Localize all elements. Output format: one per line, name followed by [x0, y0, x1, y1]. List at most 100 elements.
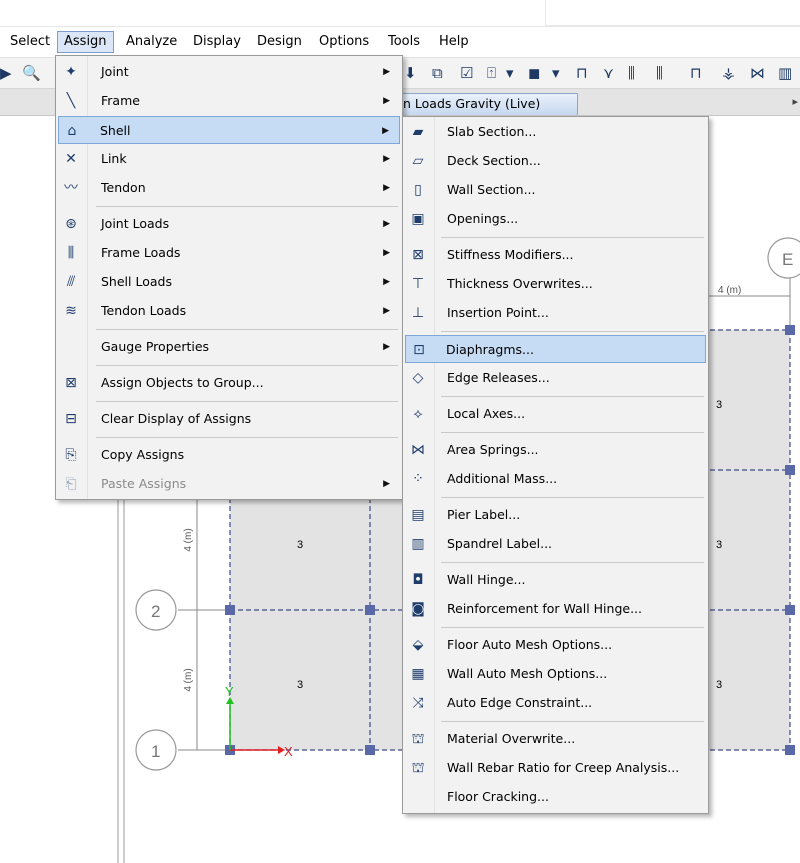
menu-item-joint[interactable]: ✦ Joint ▶	[58, 58, 400, 86]
menu-item-openings[interactable]: ▣ Openings...	[405, 205, 706, 233]
menu-select[interactable]: Select	[3, 31, 57, 53]
menu-item-gauge-properties[interactable]: Gauge Properties ▶	[58, 333, 400, 361]
menu-assign[interactable]: Assign	[57, 31, 114, 53]
frame-draw-icon[interactable]: ⊓	[576, 64, 588, 82]
menu-item-local-axes[interactable]: ⟡ Local Axes...	[405, 400, 706, 428]
menu-item-assign-group[interactable]: ⊠ Assign Objects to Group...	[58, 369, 400, 397]
menu-item-label: Auto Edge Constraint...	[447, 695, 593, 710]
area-label: 3	[716, 399, 722, 411]
menu-item-label: Local Axes...	[447, 406, 526, 421]
submenu-arrow-icon: ▶	[383, 96, 390, 106]
menu-item-label: Clear Display of Assigns	[101, 411, 252, 426]
menu-display[interactable]: Display	[186, 31, 248, 53]
rebar-ratio-icon: ⛫	[411, 760, 425, 776]
frame-loads-tool-icon[interactable]: ⫼	[628, 64, 635, 82]
submenu-arrow-icon: ▶	[383, 219, 390, 229]
menu-help[interactable]: Help	[432, 31, 476, 53]
menu-item-shell[interactable]: ⌂ Shell ▶	[58, 116, 400, 144]
hinge-icon[interactable]: ⊓	[690, 64, 702, 82]
grid-bubble-1: 1	[135, 729, 177, 771]
menu-item-label: Insertion Point...	[447, 305, 549, 320]
joint-icon: ✦	[65, 64, 77, 80]
frame-loads-icon: ⫼	[67, 245, 75, 261]
joint	[785, 465, 795, 475]
menu-item-label: Frame	[101, 93, 140, 108]
menu-separator	[441, 237, 704, 238]
menu-item-spandrel-label[interactable]: ▥ Spandrel Label...	[405, 530, 706, 558]
menu-item-deck-section[interactable]: ▱ Deck Section...	[405, 147, 706, 175]
menu-item-thickness-overwrites[interactable]: ⊤ Thickness Overwrites...	[405, 270, 706, 298]
clear-display-icon: ⊟	[65, 411, 77, 427]
menu-item-additional-mass[interactable]: ⁘ Additional Mass...	[405, 465, 706, 493]
menu-item-floor-cracking[interactable]: Floor Cracking...	[405, 783, 706, 811]
submenu-arrow-icon: ▶	[383, 183, 390, 193]
shell-loads-tool-icon[interactable]: ⫼	[656, 64, 663, 82]
menu-item-label: Wall Auto Mesh Options...	[447, 666, 608, 681]
dropdown-icon[interactable]: ▾	[506, 64, 514, 82]
menu-tools[interactable]: Tools	[381, 31, 427, 53]
menu-item-edge-releases[interactable]: ◇ Edge Releases...	[405, 364, 706, 392]
menu-item-pier-label[interactable]: ▤ Pier Label...	[405, 501, 706, 529]
menu-design[interactable]: Design	[250, 31, 309, 53]
menu-item-diaphragms[interactable]: ⊡ Diaphragms...	[405, 335, 706, 363]
menu-item-label: Copy Assigns	[101, 447, 185, 462]
menu-item-floor-auto-mesh[interactable]: ⬙ Floor Auto Mesh Options...	[405, 631, 706, 659]
wall-hinge-icon: ◘	[412, 572, 424, 588]
menu-item-reinforcement-wall-hinge[interactable]: ◙ Reinforcement for Wall Hinge...	[405, 595, 706, 623]
menu-separator	[96, 365, 398, 366]
menu-item-wall-rebar-ratio[interactable]: ⛫ Wall Rebar Ratio for Creep Analysis...	[405, 754, 706, 782]
spring-icon[interactable]: ⋈	[750, 64, 765, 82]
menu-item-frame[interactable]: ╲ Frame ▶	[58, 87, 400, 115]
menu-item-wall-section[interactable]: ▯ Wall Section...	[405, 176, 706, 204]
support-icon[interactable]: ⋎	[603, 64, 614, 82]
tendon-loads-icon: ≋	[65, 303, 77, 319]
menu-item-tendon[interactable]: 〰 Tendon ▶	[58, 174, 400, 202]
menu-analyze[interactable]: Analyze	[119, 31, 184, 53]
tab-plan-view[interactable]: n Loads Gravity (Live)	[398, 93, 578, 115]
replicate-icon[interactable]: ⧉	[432, 64, 443, 82]
menu-item-insertion-point[interactable]: ⊥ Insertion Point...	[405, 299, 706, 327]
move-up-icon[interactable]: ⍐	[487, 64, 496, 82]
menu-item-wall-auto-mesh[interactable]: ▦ Wall Auto Mesh Options...	[405, 660, 706, 688]
menu-item-label: Additional Mass...	[447, 471, 558, 486]
link-tool-icon[interactable]: ⚶	[722, 64, 735, 82]
menu-item-link[interactable]: ✕ Link ▶	[58, 145, 400, 173]
menu-item-label: Diaphragms...	[446, 342, 534, 357]
menu-item-copy-assigns[interactable]: ⎘ Copy Assigns	[58, 441, 400, 469]
menubar: Select Assign Analyze Display Design Opt…	[0, 27, 800, 57]
menu-options[interactable]: Options	[312, 31, 376, 53]
area-springs-icon: ⋈	[411, 442, 425, 458]
filter-down-icon[interactable]: ⬇	[404, 64, 417, 82]
more-tools-icon[interactable]: ▥	[778, 64, 792, 82]
deck-section-icon: ▱	[412, 153, 424, 169]
grid-bubble-e: E	[767, 237, 800, 279]
play-icon[interactable]: ▶	[0, 64, 12, 82]
check-box-icon[interactable]: ☑	[460, 64, 473, 82]
menu-separator	[96, 206, 398, 207]
joint	[225, 605, 235, 615]
menu-item-area-springs[interactable]: ⋈ Area Springs...	[405, 436, 706, 464]
menu-item-auto-edge-constraint[interactable]: ⤨ Auto Edge Constraint...	[405, 689, 706, 717]
menu-item-joint-loads[interactable]: ⊛ Joint Loads ▶	[58, 210, 400, 238]
dropdown-icon[interactable]: ▾	[552, 64, 560, 82]
stiffness-modifiers-icon: ⊠	[412, 247, 424, 263]
menu-item-clear-display[interactable]: ⊟ Clear Display of Assigns	[58, 405, 400, 433]
menu-item-material-overwrite[interactable]: ⛫ Material Overwrite...	[405, 725, 706, 753]
wall-mesh-icon: ▦	[411, 666, 425, 682]
cube-icon[interactable]: ◼	[528, 64, 540, 82]
menu-item-slab-section[interactable]: ▰ Slab Section...	[405, 118, 706, 146]
menu-item-shell-loads[interactable]: ⫻ Shell Loads ▶	[58, 268, 400, 296]
menu-item-stiffness-modifiers[interactable]: ⊠ Stiffness Modifiers...	[405, 241, 706, 269]
menu-separator	[96, 329, 398, 330]
menu-separator	[441, 396, 704, 397]
menu-item-frame-loads[interactable]: ⫼ Frame Loads ▶	[58, 239, 400, 267]
area-label: 3	[716, 679, 722, 691]
title-box	[545, 0, 800, 26]
zoom-icon[interactable]: 🔍	[22, 64, 41, 82]
menu-item-label: Joint Loads	[101, 216, 170, 231]
openings-icon: ▣	[411, 211, 425, 227]
chevron-right-icon[interactable]: ▸	[792, 95, 798, 108]
menu-item-wall-hinge[interactable]: ◘ Wall Hinge...	[405, 566, 706, 594]
menu-item-tendon-loads[interactable]: ≋ Tendon Loads ▶	[58, 297, 400, 325]
submenu-arrow-icon: ▶	[383, 479, 390, 489]
